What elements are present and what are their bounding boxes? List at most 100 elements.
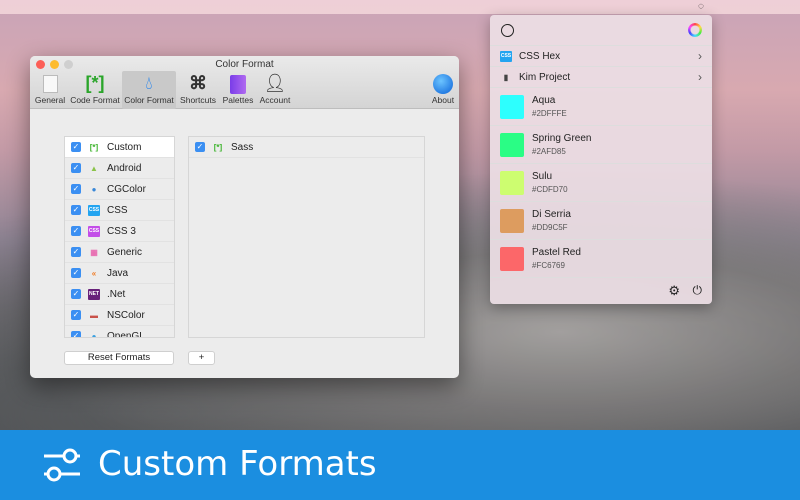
checkbox[interactable]: ✓ [71,310,81,320]
checkbox[interactable]: ✓ [71,247,81,257]
checkbox[interactable]: ✓ [71,205,81,215]
tab-label: Code Format [70,95,120,105]
format-row[interactable]: ✓ ● CGColor [65,179,174,200]
color-swatch [500,208,524,233]
title-bar: Color Format General [*] Code Format 💧︎ Co… [30,56,459,109]
checkbox[interactable]: ✓ [71,268,81,278]
format-label: .Net [107,288,126,300]
format-row[interactable]: ✓ ● OpenGL [65,326,174,338]
tab-color-format[interactable]: 💧︎ Color Format [122,71,176,109]
format-selector[interactable]: CSS CSS Hex › [490,46,712,67]
color-name: Di Serria [532,209,571,220]
format-label: Generic [107,246,143,258]
color-picker-icon[interactable] [501,24,514,37]
tab-code-format[interactable]: [*] Code Format [68,71,122,109]
color-hex: #FC6769 [532,261,565,270]
format-label: NSColor [107,309,145,321]
tab-account[interactable]: 👤︎ Account [256,71,294,109]
palette-icon: ▮ [503,72,509,82]
checkbox[interactable]: ✓ [195,142,205,152]
chevron-right-icon: › [698,70,702,84]
format-icon: ● [91,184,97,194]
format-icon: CSS [88,225,100,237]
color-swatch [500,170,524,195]
color-row[interactable]: Di Serria #DD9C5F [490,202,712,240]
format-icon: CSS [88,204,100,216]
format-label: CSS Hex [519,50,561,62]
format-icon: ▦ [90,247,98,257]
palette-icon [220,71,256,95]
switch-icon [34,71,66,95]
tab-palettes[interactable]: Palettes [220,71,256,109]
menu-bar: ◌ [0,0,800,14]
color-hex: #DD9C5F [532,223,568,232]
tab-label: Shortcuts [180,95,216,105]
custom-format-row[interactable]: ✓ [*] Sass [189,137,424,158]
format-icon: [*] [89,142,99,152]
color-row[interactable]: Aqua #2DFFFE [490,88,712,126]
custom-format-list[interactable]: ✓ [*] Sass [188,136,425,338]
color-name: Aqua [532,95,556,106]
checkbox[interactable]: ✓ [71,289,81,299]
power-icon[interactable]: ⏻ [693,283,703,298]
checkbox[interactable]: ✓ [71,184,81,194]
format-label: CSS [107,204,128,216]
tab-label: Color Format [124,95,174,105]
format-label: Java [107,267,129,279]
color-hex: #2AFD85 [532,147,566,156]
feature-banner: Custom Formats [0,430,800,500]
tab-general[interactable]: General [34,71,66,109]
add-format-button[interactable]: + [188,351,215,365]
format-icon: ▲ [90,163,98,173]
picker-tray-icon[interactable]: ◌ [698,1,704,12]
color-row[interactable]: Sulu #CDFD70 [490,164,712,202]
tab-label: About [431,95,455,105]
tab-about[interactable]: About [428,71,458,109]
format-row[interactable]: ✓ ▲ Android [65,158,174,179]
format-label: CSS 3 [107,225,136,237]
preferences-window: Color Format General [*] Code Format 💧︎ Co… [30,56,459,378]
person-icon: 👤︎ [263,73,287,93]
format-row[interactable]: ✓ NET .Net [65,284,174,305]
palette-selector[interactable]: ▮ Kim Project › [490,67,712,88]
checkbox[interactable]: ✓ [71,331,81,337]
format-row[interactable]: ✓ CSS CSS [65,200,174,221]
format-row[interactable]: ✓ « Java [65,263,174,284]
code-brackets-icon: [*] [85,73,105,93]
format-label: Sass [231,141,254,153]
color-swatch [500,132,524,157]
tab-label: Account [259,95,291,105]
gear-icon[interactable]: ⚙ [668,283,680,299]
format-row[interactable]: ✓ ▦ Generic [65,242,174,263]
format-label: OpenGL [107,330,145,338]
window-title: Color Format [215,59,274,70]
format-icon: ● [91,331,97,338]
drop-icon: 💧︎ [145,73,153,93]
format-list[interactable]: ✓ [*] Custom ✓ ▲ Android ✓ ● CGColor ✓ CSS CSS ✓ CSS C… [64,136,175,338]
format-row[interactable]: ✓ [*] Custom [65,137,174,158]
reset-formats-button[interactable]: Reset Formats [64,351,174,365]
format-label: CGColor [107,183,146,195]
color-wheel-icon[interactable] [688,23,702,37]
color-picker-popover: CSS CSS Hex › ▮ Kim Project › Aqua #2DFFF… [490,15,712,304]
format-label: Custom [107,141,142,153]
checkbox[interactable]: ✓ [71,142,81,152]
checkbox[interactable]: ✓ [71,226,81,236]
command-icon: ⌘ [189,73,207,93]
tab-shortcuts[interactable]: ⌘ Shortcuts [177,71,219,109]
color-swatch [500,246,524,271]
checkbox[interactable]: ✓ [71,163,81,173]
color-name: Pastel Red [532,247,581,258]
format-row[interactable]: ✓ ▬ NSColor [65,305,174,326]
color-row[interactable]: Spring Green #2AFD85 [490,126,712,164]
custom-format-icon: [*] [213,142,223,152]
tab-label: General [34,95,66,105]
color-row[interactable]: Pastel Red #FC6769 [490,240,712,278]
format-row[interactable]: ✓ CSS CSS 3 [65,221,174,242]
color-swatch [500,94,524,119]
color-hex: #2DFFFE [532,109,567,118]
sliders-icon [44,448,80,482]
globe-icon [428,71,458,95]
css-icon: CSS [500,50,512,62]
format-icon: NET [88,288,100,300]
